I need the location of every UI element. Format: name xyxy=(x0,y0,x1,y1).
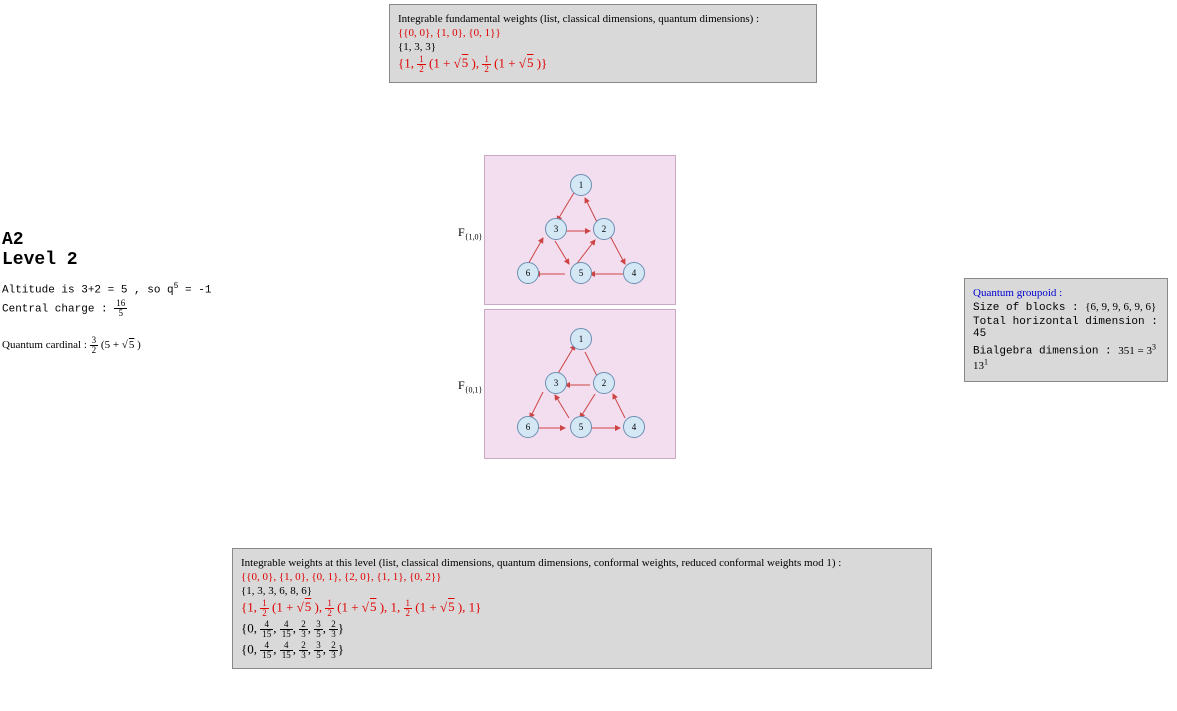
qg-bialg-label: Bialgebra dimension : xyxy=(973,346,1118,358)
altitude-label: Altitude is 3+2 = 5 , so q xyxy=(2,285,174,297)
iw-c-b-d: 15 xyxy=(260,630,273,639)
quantum-cardinal-line: Quantum cardinal : 32 (5 + √5 ) xyxy=(2,336,262,355)
iw-reduced-conformal: {0, 415, 415, 23, 35, 23} xyxy=(241,641,923,660)
iw-r-a: 0 xyxy=(247,641,254,656)
qg-bialg-e2: 1 xyxy=(984,358,988,367)
graph-f10: 1 2 3 4 5 6 xyxy=(484,155,676,305)
iw-r-f-d: 3 xyxy=(329,651,338,660)
iw-list: {{0, 0}, {1, 0}, {0, 1}, {2, 0}, {1, 1},… xyxy=(241,571,923,583)
fw-quantum: {1, 12 (1 + √5 ), 12 (1 + √5 )} xyxy=(398,55,808,74)
title-level: Level 2 xyxy=(2,250,262,270)
node-6b: 6 xyxy=(517,416,539,438)
title-a2: A2 xyxy=(2,230,262,250)
altitude-rhs: = -1 xyxy=(178,285,211,297)
qg-thd-label: Total horizontal dimension : xyxy=(973,316,1158,328)
cc-den: 5 xyxy=(114,309,127,318)
f01-sub: {0,1} xyxy=(465,385,483,394)
altitude-line: Altitude is 3+2 = 5 , so q5 = -1 xyxy=(2,282,262,297)
qg-blocks-val: {6, 9, 9, 6, 9, 6} xyxy=(1085,301,1156,313)
qc-label: Quantum cardinal : xyxy=(2,339,90,351)
fundamental-weights-box: Integrable fundamental weights (list, cl… xyxy=(389,4,817,83)
iw-r-c-d: 15 xyxy=(280,651,293,660)
qg-bialg-e1: 3 xyxy=(1152,342,1156,351)
qc-inner: 5 xyxy=(105,339,111,351)
iw-c-c-d: 15 xyxy=(280,630,293,639)
qc-den: 2 xyxy=(90,346,99,355)
iw-c-f-d: 3 xyxy=(329,630,338,639)
f10-sub: {1,0} xyxy=(465,232,483,241)
node-3b: 3 xyxy=(545,372,567,394)
cc-label: Central charge : xyxy=(2,303,114,315)
iw-header: Integrable weights at this level (list, … xyxy=(241,557,923,569)
node-1b: 1 xyxy=(570,328,592,350)
iw-r-d-d: 3 xyxy=(299,651,308,660)
qg-blocks-label: Size of blocks : xyxy=(973,302,1085,314)
node-5b: 5 xyxy=(570,416,592,438)
qg-thd-val: 45 xyxy=(973,328,986,340)
fw-list: {{0, 0}, {1, 0}, {0, 1}} xyxy=(398,27,808,39)
iw-c-e-d: 5 xyxy=(314,630,323,639)
f01-sym: F xyxy=(458,378,465,392)
integrable-weights-box: Integrable weights at this level (list, … xyxy=(232,548,932,669)
qg-thd: Total horizontal dimension : 45 xyxy=(973,316,1159,340)
node-2b: 2 xyxy=(593,372,615,394)
qg-bialg-base: 351 = 3 xyxy=(1118,345,1152,357)
iw-quantum: {1, 12 (1 + √5 ), 12 (1 + √5 ), 1, 12 (1… xyxy=(241,599,923,618)
node-4b: 4 xyxy=(623,416,645,438)
node-4: 4 xyxy=(623,262,645,284)
iw-r-e-d: 5 xyxy=(314,651,323,660)
iw-r-b-d: 15 xyxy=(260,651,273,660)
qc-sqrt: 5 xyxy=(128,339,135,351)
iw-c-a: 0 xyxy=(247,620,254,635)
fw-header: Integrable fundamental weights (list, cl… xyxy=(398,13,808,25)
left-panel: A2 Level 2 Altitude is 3+2 = 5 , so q5 =… xyxy=(2,230,262,357)
node-6: 6 xyxy=(517,262,539,284)
fw-classical: {1, 3, 3} xyxy=(398,41,808,53)
graph-label-f10: F{1,0} xyxy=(458,225,482,241)
graphs-container: 1 2 3 4 5 6 1 2 3 4 5 6 xyxy=(484,155,679,463)
graph-label-f01: F{0,1} xyxy=(458,378,482,394)
node-5: 5 xyxy=(570,262,592,284)
central-charge-line: Central charge : 165 xyxy=(2,299,262,318)
qg-header: Quantum groupoid : xyxy=(973,287,1159,299)
node-3: 3 xyxy=(545,218,567,240)
quantum-groupoid-box: Quantum groupoid : Size of blocks : {6, … xyxy=(964,278,1168,382)
graph-f01: 1 2 3 4 5 6 xyxy=(484,309,676,459)
iw-c-d-d: 3 xyxy=(299,630,308,639)
node-2: 2 xyxy=(593,218,615,240)
f10-sym: F xyxy=(458,225,465,239)
qg-bialg: Bialgebra dimension : 351 = 33 131 xyxy=(973,342,1159,373)
iw-conformal: {0, 415, 415, 23, 35, 23} xyxy=(241,620,923,639)
qg-blocks: Size of blocks : {6, 9, 9, 6, 9, 6} xyxy=(973,301,1159,314)
node-1: 1 xyxy=(570,174,592,196)
iw-classical: {1, 3, 3, 6, 8, 6} xyxy=(241,585,923,597)
qg-bialg-mid: 13 xyxy=(973,360,984,372)
